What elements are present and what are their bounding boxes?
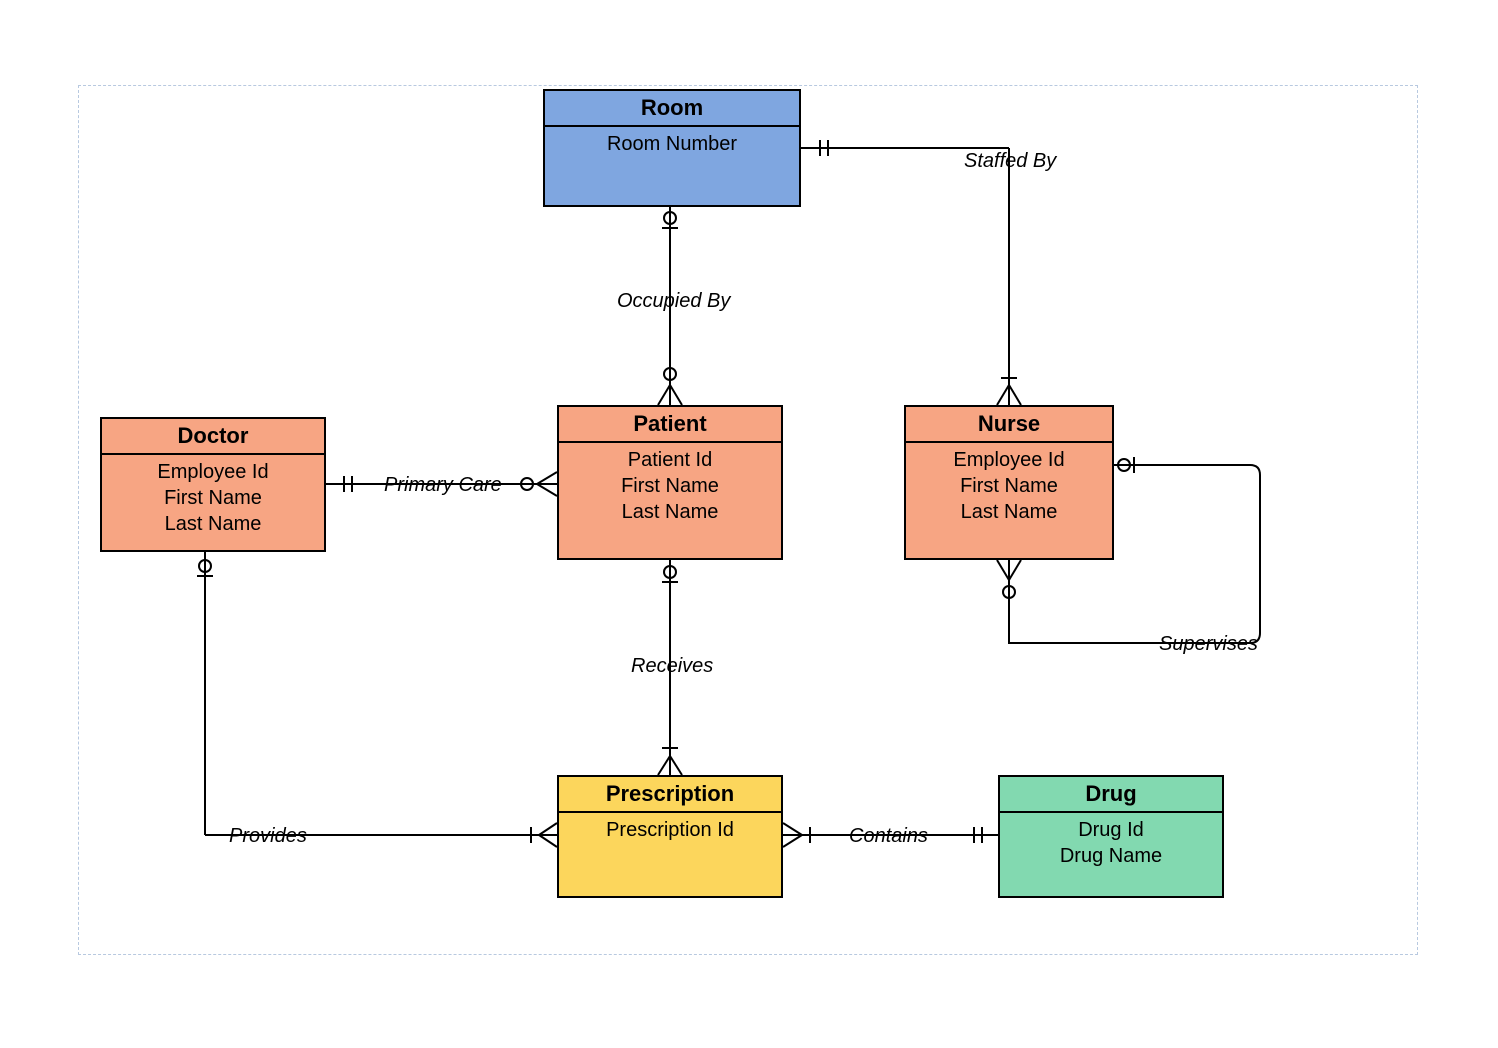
entity-room[interactable]: Room Room Number: [543, 89, 801, 207]
entity-drug-title: Drug: [1000, 777, 1222, 813]
entity-doctor[interactable]: Doctor Employee Id First Name Last Name: [100, 417, 326, 552]
rel-primary-care-label: Primary Care: [380, 474, 506, 497]
entity-nurse[interactable]: Nurse Employee Id First Name Last Name: [904, 405, 1114, 560]
entity-doctor-attr-2: Last Name: [102, 511, 324, 537]
rel-provides-label: Provides: [225, 825, 311, 848]
entity-drug-attr-0: Drug Id: [1000, 817, 1222, 843]
entity-nurse-attr-1: First Name: [906, 473, 1112, 499]
entity-room-title: Room: [545, 91, 799, 127]
entity-room-attr-0: Room Number: [545, 131, 799, 157]
entity-patient-title: Patient: [559, 407, 781, 443]
entity-patient-attr-0: Patient Id: [559, 447, 781, 473]
entity-patient-attr-2: Last Name: [559, 499, 781, 525]
entity-prescription[interactable]: Prescription Prescription Id: [557, 775, 783, 898]
entity-nurse-title: Nurse: [906, 407, 1112, 443]
rel-supervises-label: Supervises: [1155, 633, 1262, 656]
entity-nurse-attr-2: Last Name: [906, 499, 1112, 525]
entity-drug-attr-1: Drug Name: [1000, 843, 1222, 869]
entity-doctor-attr-0: Employee Id: [102, 459, 324, 485]
entity-nurse-attr-0: Employee Id: [906, 447, 1112, 473]
entity-prescription-attr-0: Prescription Id: [559, 817, 781, 843]
rel-receives-label: Receives: [627, 655, 717, 678]
rel-contains-label: Contains: [845, 825, 932, 848]
rel-staffed-by-label: Staffed By: [960, 150, 1060, 173]
entity-doctor-attr-1: First Name: [102, 485, 324, 511]
entity-prescription-title: Prescription: [559, 777, 781, 813]
rel-occupied-by-label: Occupied By: [613, 290, 734, 313]
entity-drug[interactable]: Drug Drug Id Drug Name: [998, 775, 1224, 898]
entity-patient-attr-1: First Name: [559, 473, 781, 499]
entity-patient[interactable]: Patient Patient Id First Name Last Name: [557, 405, 783, 560]
entity-doctor-title: Doctor: [102, 419, 324, 455]
